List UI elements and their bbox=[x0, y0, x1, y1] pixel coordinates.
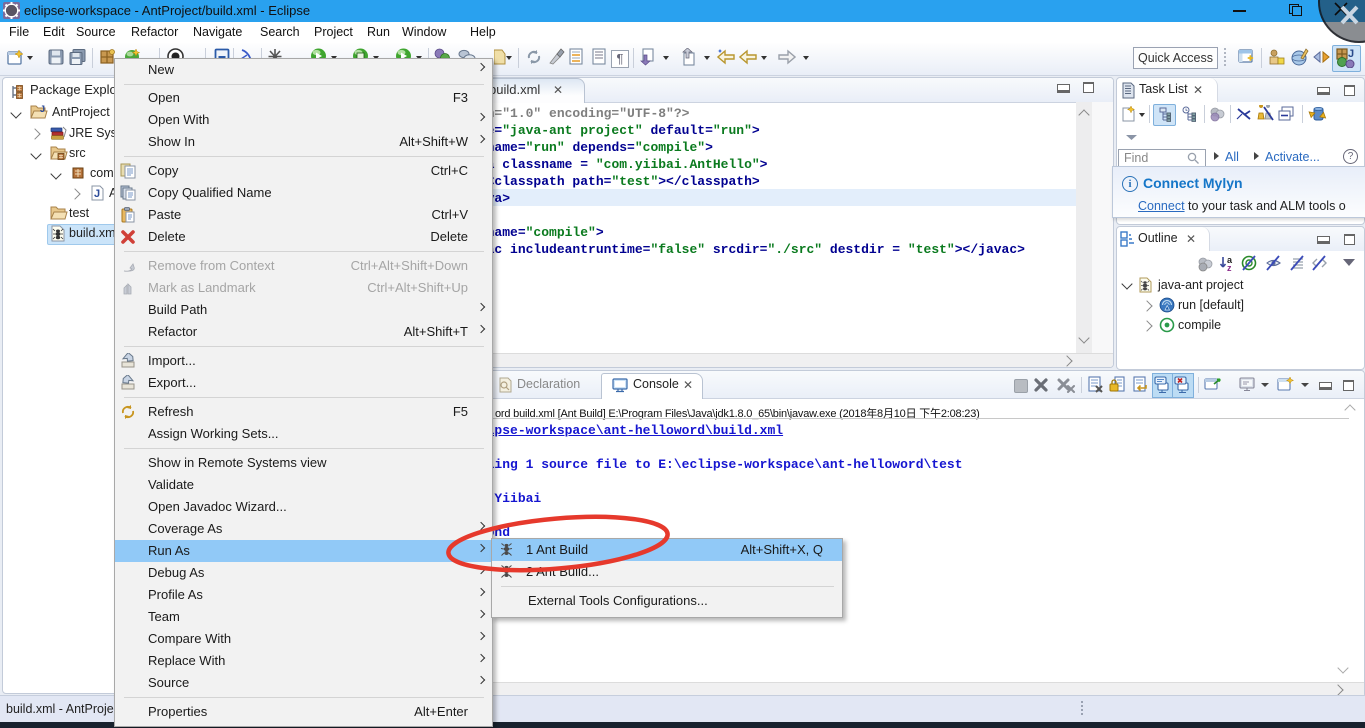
svg-text:J: J bbox=[94, 188, 100, 200]
svg-text:J: J bbox=[1348, 48, 1354, 60]
svg-text:z: z bbox=[1227, 263, 1232, 272]
svg-text:J: J bbox=[40, 104, 45, 114]
